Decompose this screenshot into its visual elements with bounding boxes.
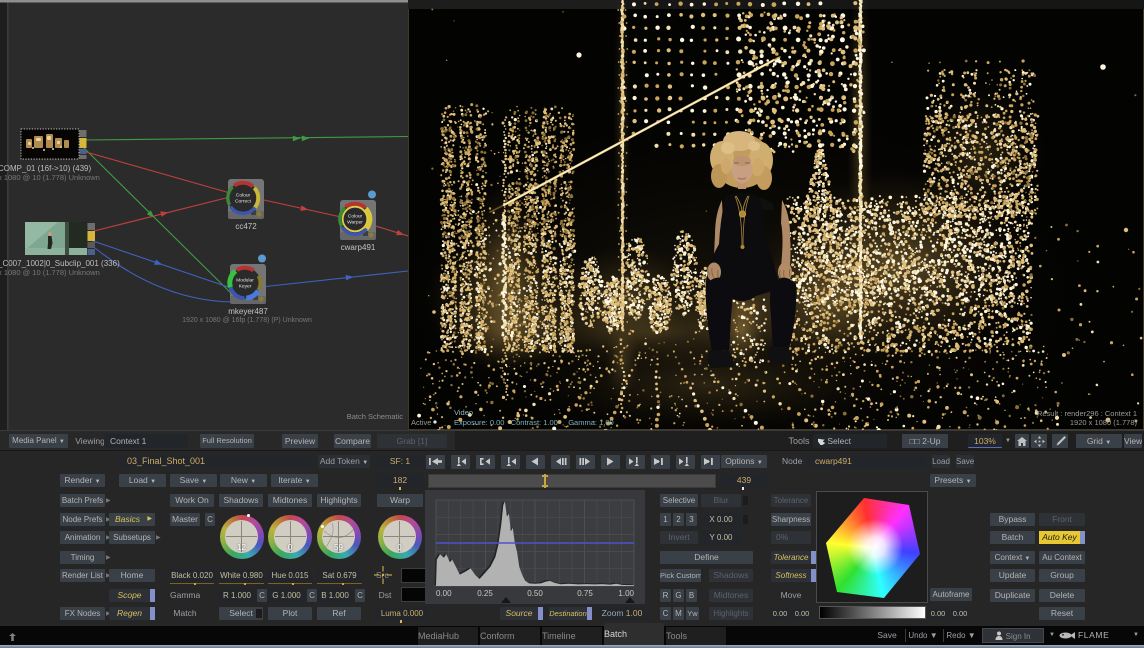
svg-text:Modular: Modular (236, 278, 254, 284)
svg-text:Correct: Correct (235, 199, 252, 205)
svg-text:1920 x 1080 @ 16fp (1.778) (P): 1920 x 1080 @ 16fp (1.778) (P) Unknown (182, 317, 312, 324)
svg-text:x 1080 @ 10 (1.778) Unknown: x 1080 @ 10 (1.778) Unknown (0, 268, 100, 277)
svg-text:Keyer: Keyer (239, 284, 252, 290)
svg-text:COMP_01 (16f->10) (439): COMP_01 (16f->10) (439) (0, 164, 91, 173)
svg-text:Batch Schematic: Batch Schematic (347, 412, 404, 421)
svg-text:mkeyer487: mkeyer487 (228, 307, 268, 316)
svg-text:Colour: Colour (236, 193, 251, 199)
svg-text:Warper: Warper (347, 220, 363, 226)
svg-text:cwarp491: cwarp491 (341, 243, 376, 252)
svg-text:cc472: cc472 (235, 222, 257, 231)
svg-text:Colour: Colour (348, 214, 363, 220)
svg-text:x 1080 @ 10 (1.778) Unknown: x 1080 @ 10 (1.778) Unknown (0, 173, 100, 182)
svg-text:_C007_1002|0_Subclip_001 (336): _C007_1002|0_Subclip_001 (336) (0, 259, 120, 268)
